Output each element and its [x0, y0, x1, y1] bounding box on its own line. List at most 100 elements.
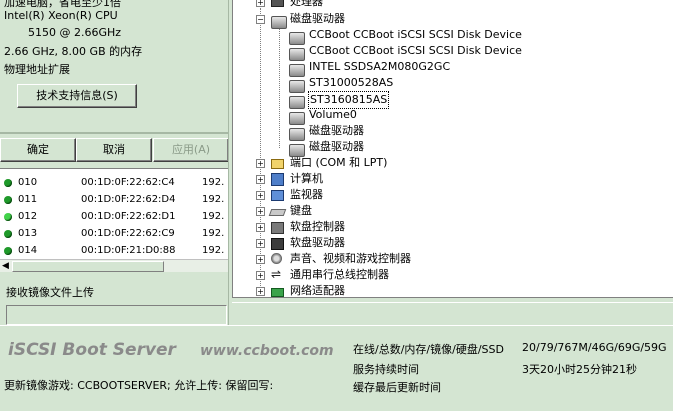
client-row[interactable]: 011 00:1D:0F:22:62:D4 192. — [0, 192, 228, 209]
tree-node-label: Volume0 — [309, 108, 357, 121]
dialog-button-row: 确定 取消 应用(A) — [0, 138, 229, 162]
network-adapter-icon — [271, 288, 284, 297]
collapse-icon[interactable]: − — [256, 15, 265, 24]
tree-node-disk[interactable]: 磁盘驱动器 — [289, 139, 619, 157]
tree-node-ports[interactable]: + 端口 (COM 和 LPT) — [256, 155, 506, 171]
tree-node-floppy-drive[interactable]: + 软盘驱动器 — [256, 235, 506, 251]
expand-icon[interactable]: + — [256, 239, 265, 248]
expand-icon[interactable]: + — [256, 223, 265, 232]
client-mac: 00:1D:0F:22:62:C9 — [81, 228, 175, 239]
device-tree: + 处理器 − 磁盘驱动器 CCBoot CCBoot iSCSI SCSI D… — [232, 0, 673, 297]
keyboard-icon — [268, 209, 287, 216]
uptime-label: 服务持续时间 — [353, 363, 419, 376]
cancel-button[interactable]: 取消 — [76, 138, 152, 162]
online-stats-value: 20/79/767M/46G/69G/59G — [522, 341, 667, 354]
tree-hscroll-track[interactable] — [232, 302, 673, 319]
uptime-value: 3天20小时25分钟21秒 — [522, 363, 637, 376]
client-list-hscrollbar[interactable]: ◀ — [0, 259, 228, 272]
expand-icon[interactable]: + — [256, 287, 265, 296]
expand-icon[interactable]: + — [256, 271, 265, 280]
tree-node-label: 键盘 — [290, 204, 312, 217]
ok-button[interactable]: 确定 — [0, 138, 76, 162]
tree-node-label: 网络适配器 — [290, 284, 345, 297]
speaker-icon — [271, 253, 282, 264]
client-id: 012 — [18, 211, 38, 222]
pae-label: 物理地址扩展 — [4, 63, 70, 76]
processor-icon — [271, 0, 284, 7]
tree-node-label: CCBoot CCBoot iSCSI SCSI Disk Device — [309, 44, 522, 57]
client-row[interactable]: 010 00:1D:0F:22:62:C4 192. — [0, 175, 228, 192]
online-status-icon — [4, 179, 12, 187]
scrollbar-thumb[interactable] — [12, 261, 164, 272]
tree-node-keyboard[interactable]: + 键盘 — [256, 203, 506, 219]
tree-node-floppy-controller[interactable]: + 软盘控制器 — [256, 219, 506, 235]
online-status-icon — [4, 247, 12, 255]
tree-node-disk[interactable]: 磁盘驱动器 — [289, 123, 619, 141]
tree-node-disk[interactable]: CCBoot CCBoot iSCSI SCSI Disk Device — [289, 27, 619, 45]
client-row[interactable]: 013 00:1D:0F:22:62:C9 192. — [0, 226, 228, 243]
port-icon — [271, 159, 284, 169]
expand-icon[interactable]: + — [256, 175, 265, 184]
client-row[interactable]: 014 00:1D:0F:21:D0:88 192. — [0, 243, 228, 259]
cpu-model: 5150 @ 2.66GHz — [28, 26, 122, 39]
expand-icon[interactable]: + — [256, 159, 265, 168]
tree-node-label: 声音、视频和游戏控制器 — [290, 252, 411, 265]
tree-node-label: 软盘驱动器 — [290, 236, 345, 249]
tree-node-network[interactable]: + 网络适配器 — [256, 283, 506, 297]
client-mac: 00:1D:0F:21:D0:88 — [81, 245, 176, 256]
tree-node-label: 磁盘驱动器 — [309, 140, 364, 153]
client-id: 013 — [18, 228, 38, 239]
expand-icon[interactable]: + — [256, 0, 265, 7]
cpu-memory: 2.66 GHz, 8.00 GB 的内存 — [4, 45, 143, 58]
tree-node-disk[interactable]: INTEL SSDSA2M080G2GC — [289, 59, 619, 77]
tree-node-monitor[interactable]: + 监视器 — [256, 187, 506, 203]
cache-update-label: 缓存最后更新时间 — [353, 381, 441, 394]
monitor-icon — [271, 190, 284, 201]
client-list: 010 00:1D:0F:22:62:C4 192. 011 00:1D:0F:… — [0, 168, 228, 259]
tree-node-disk[interactable]: Volume0 — [289, 107, 619, 125]
expand-icon[interactable]: + — [256, 191, 265, 200]
tree-node-disk[interactable]: ST31000528AS — [289, 75, 619, 93]
client-id: 011 — [18, 194, 38, 205]
tree-node-label: 处理器 — [290, 0, 323, 8]
online-status-icon — [4, 230, 12, 238]
tree-node-label: 监视器 — [290, 188, 323, 201]
client-ip: 192. — [202, 211, 225, 222]
tree-line — [279, 26, 280, 148]
tree-node-disk-selected[interactable]: ST3160815AS — [289, 91, 619, 109]
apply-button[interactable]: 应用(A) — [153, 138, 229, 162]
client-id: 010 — [18, 177, 38, 188]
expand-icon[interactable]: + — [256, 255, 265, 264]
expand-icon[interactable]: + — [256, 207, 265, 216]
brand-logo-text: iSCSI Boot Server — [8, 340, 176, 360]
tree-node-computer[interactable]: + 计算机 — [256, 171, 506, 187]
tree-node-label: 磁盘驱动器 — [290, 12, 345, 25]
upload-progress-box — [6, 305, 227, 325]
tree-node-label: 通用串行总线控制器 — [290, 268, 389, 281]
tree-bottom-bar — [232, 297, 673, 324]
image-update-status: 更新镜像游戏: CCBOOTSERVER; 允许上传: 保留回写: — [4, 379, 274, 392]
client-mac: 00:1D:0F:22:62:D4 — [81, 194, 176, 205]
client-mac: 00:1D:0F:22:62:D1 — [81, 211, 176, 222]
support-info-button[interactable]: 技术支持信息(S) — [17, 84, 137, 108]
usb-icon: ⇌ — [271, 267, 282, 281]
tree-node-disk-drives[interactable]: − 磁盘驱动器 — [256, 11, 456, 29]
client-id: 014 — [18, 245, 38, 256]
website-url[interactable]: www.ccboot.com — [200, 343, 334, 359]
tree-node-label: 软盘控制器 — [290, 220, 345, 233]
floppy-controller-icon — [271, 222, 284, 234]
cpu-label: Intel(R) Xeon(R) CPU — [4, 9, 118, 22]
tree-node-sound[interactable]: + 声音、视频和游戏控制器 — [256, 251, 506, 267]
tree-node-processor[interactable]: + 处理器 — [256, 0, 456, 10]
status-bar: iSCSI Boot Server www.ccboot.com 在线/总数/内… — [0, 325, 673, 411]
tree-node-usb[interactable]: + ⇌ 通用串行总线控制器 — [256, 267, 506, 283]
tree-node-disk[interactable]: CCBoot CCBoot iSCSI SCSI Disk Device — [289, 43, 619, 61]
tree-node-label: 计算机 — [290, 172, 323, 185]
online-stats-label: 在线/总数/内存/镜像/硬盘/SSD — [353, 343, 504, 356]
scroll-left-icon[interactable]: ◀ — [2, 261, 9, 271]
client-row[interactable]: 012 00:1D:0F:22:62:D1 192. — [0, 209, 228, 226]
tree-node-label: 端口 (COM 和 LPT) — [290, 156, 388, 169]
tree-node-label: INTEL SSDSA2M080G2GC — [309, 60, 451, 73]
client-ip: 192. — [202, 194, 225, 205]
system-info-panel: 加速电脑，省电至少1倍 Intel(R) Xeon(R) CPU 5150 @ … — [0, 0, 228, 132]
